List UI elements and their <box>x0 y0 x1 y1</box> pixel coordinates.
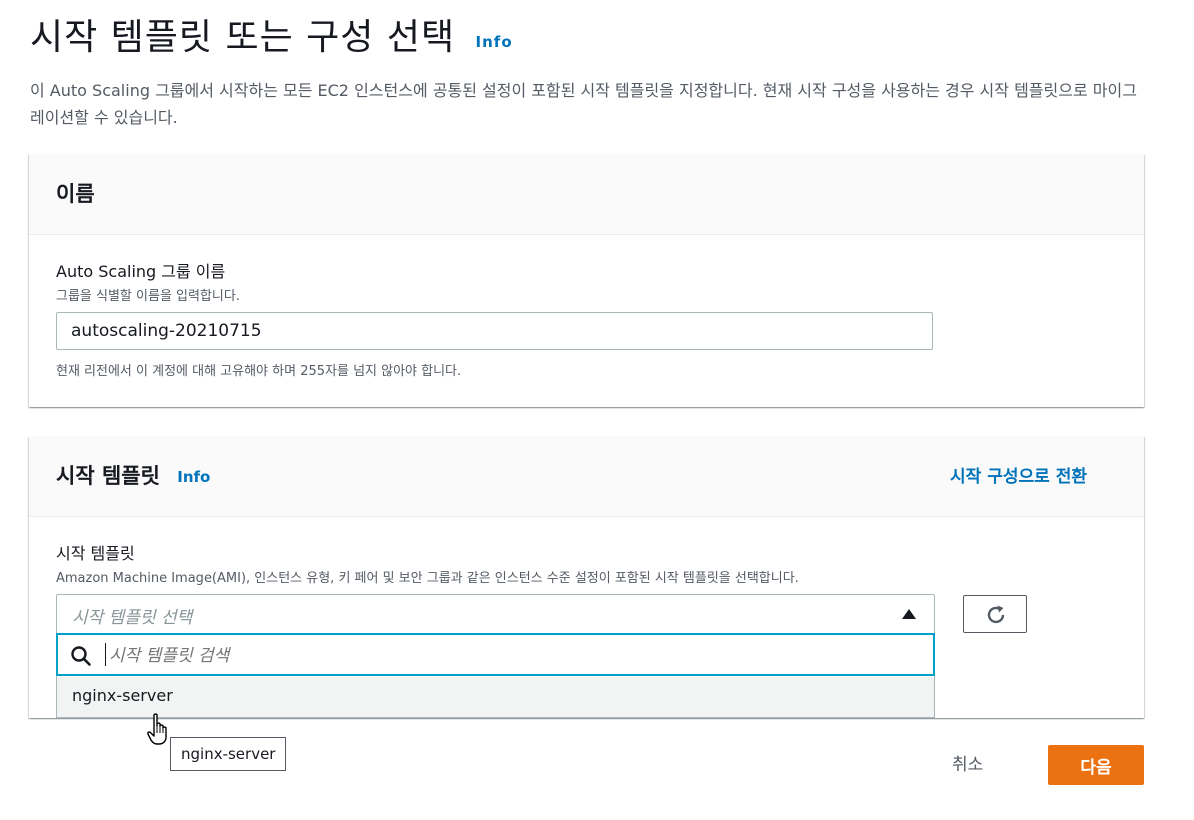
refresh-icon <box>987 605 1005 624</box>
name-panel-title: 이름 <box>56 182 95 206</box>
page-title: 시작 템플릿 또는 구성 선택 Info <box>30 8 513 60</box>
hand-pointer-cursor-icon <box>147 713 167 745</box>
launch-template-info-link[interactable]: Info <box>177 468 210 486</box>
group-name-description: 그룹을 식별할 이름을 입력합니다. <box>56 289 240 304</box>
launch-template-select[interactable]: 시작 템플릿 선택 <box>56 594 935 634</box>
page-description: 이 Auto Scaling 그룹에서 시작하는 모든 EC2 인스턴스에 공통… <box>30 81 1137 127</box>
launch-template-search[interactable] <box>56 633 935 676</box>
launch-template-field-label: 시작 템플릿 <box>56 544 135 563</box>
text-caret <box>105 643 106 666</box>
page-title-text: 시작 템플릿 또는 구성 선택 <box>30 17 456 58</box>
launch-template-field-description: Amazon Machine Image(AMI), 인스턴스 유형, 키 페어… <box>56 571 799 586</box>
launch-template-panel-title: 시작 템플릿 Info <box>56 460 210 490</box>
refresh-button[interactable] <box>963 595 1027 633</box>
dropdown-option-label: nginx-server <box>72 686 173 705</box>
launch-template-panel-header: 시작 템플릿 Info 시작 구성으로 전환 <box>29 436 1144 517</box>
group-name-input[interactable] <box>56 312 933 350</box>
dropdown-option-nginx-server[interactable]: nginx-server <box>57 677 934 717</box>
launch-template-page: 시작 템플릿 또는 구성 선택 Info 이 Auto Scaling 그룹에서… <box>0 0 1194 820</box>
launch-template-search-input[interactable] <box>107 639 911 673</box>
group-name-constraint: 현재 리전에서 이 계정에 대해 고유해야 하며 255자를 넘지 않아야 합니… <box>56 364 462 379</box>
caret-up-icon <box>902 609 916 619</box>
launch-template-select-placeholder: 시작 템플릿 선택 <box>72 608 193 628</box>
next-button[interactable]: 다음 <box>1048 745 1144 785</box>
cancel-button[interactable]: 취소 <box>952 750 983 775</box>
search-icon <box>71 646 91 666</box>
option-tooltip: nginx-server <box>170 737 287 771</box>
page-info-link[interactable]: Info <box>476 33 513 51</box>
group-name-label: Auto Scaling 그룹 이름 <box>56 262 226 281</box>
name-panel-header: 이름 <box>29 154 1144 235</box>
launch-template-dropdown: nginx-server <box>56 633 935 718</box>
name-panel: 이름 Auto Scaling 그룹 이름 그룹을 식별할 이름을 입력합니다.… <box>29 154 1144 407</box>
switch-to-launch-config-link[interactable]: 시작 구성으로 전환 <box>950 462 1087 487</box>
launch-template-heading: 시작 템플릿 <box>56 464 160 488</box>
